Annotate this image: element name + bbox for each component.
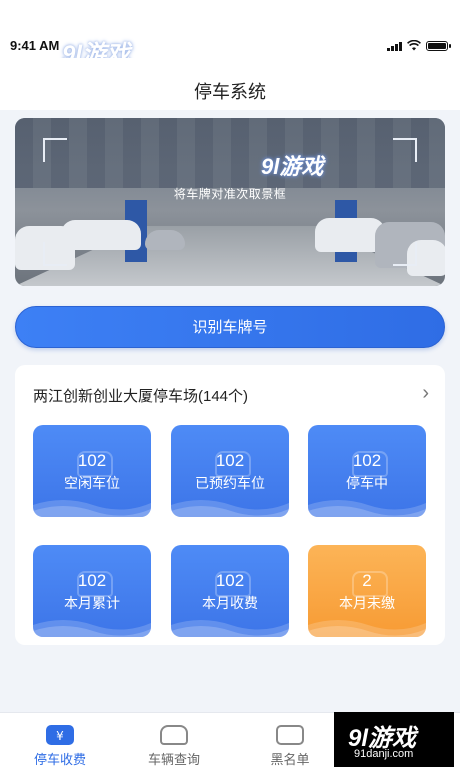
battery-icon bbox=[426, 41, 451, 51]
camera-watermark: 9l游戏 bbox=[261, 154, 324, 179]
tile-wave bbox=[171, 620, 289, 637]
camera-car bbox=[145, 230, 185, 250]
stat-value: 102 bbox=[215, 571, 245, 590]
tile-wave bbox=[33, 620, 151, 637]
stat-tile-parking[interactable]: 102 停车中 bbox=[308, 425, 426, 517]
stat-tile-reserved[interactable]: 102 已预约车位 bbox=[171, 425, 289, 517]
stat-value: 2 bbox=[362, 571, 372, 590]
status-bar: 9:41 AM 9l游戏 91danji.com bbox=[0, 0, 460, 74]
stat-tile-month-fee[interactable]: 102 本月收费 bbox=[171, 545, 289, 637]
stat-tile-month-total[interactable]: 102 本月累计 bbox=[33, 545, 151, 637]
camera-viewfinder[interactable]: 9l游戏 将车牌对准次取景框 bbox=[15, 118, 445, 286]
camera-ceiling bbox=[15, 118, 445, 188]
frame-corner bbox=[393, 138, 417, 162]
parking-lot-name[interactable]: 两江创新创业大厦停车场(144个) bbox=[33, 385, 248, 406]
stat-label: 已预约车位 bbox=[195, 475, 265, 491]
camera-car bbox=[61, 220, 141, 250]
stat-value: 102 bbox=[215, 451, 245, 470]
app-screen: 9:41 AM 9l游戏 91danji.com 停车系统 bbox=[0, 0, 460, 767]
wifi-icon bbox=[407, 40, 421, 51]
stat-value: 102 bbox=[77, 451, 107, 470]
nav-item-parking-fee[interactable]: ¥ 停车收费 bbox=[10, 713, 110, 767]
stat-tile-month-unpaid[interactable]: 2 本月未缴 bbox=[308, 545, 426, 637]
nav-label: 黑名单 bbox=[270, 752, 310, 767]
parking-lot-card: 两江创新创业大厦停车场(144个) › 102 空闲车位 102 已预约车位 1… bbox=[15, 365, 445, 645]
stat-label: 本月收费 bbox=[202, 595, 258, 611]
stat-tile-free[interactable]: 102 空闲车位 bbox=[33, 425, 151, 517]
stat-label: 本月累计 bbox=[64, 595, 120, 611]
stat-label: 空闲车位 bbox=[64, 475, 120, 491]
stat-label: 停车中 bbox=[346, 475, 388, 491]
app-header: 停车系统 bbox=[0, 58, 460, 110]
watermark-badge: 9l游戏 91danji.com bbox=[334, 712, 454, 767]
page-title: 停车系统 bbox=[194, 82, 266, 102]
signal-icon bbox=[387, 41, 402, 51]
watermark-badge-url: 91danji.com bbox=[354, 748, 414, 760]
camera-hint: 将车牌对准次取景框 bbox=[173, 187, 287, 201]
frame-corner bbox=[393, 242, 417, 266]
car-search-icon bbox=[160, 725, 188, 745]
parking-fee-icon: ¥ bbox=[46, 725, 74, 745]
chevron-right-icon[interactable]: › bbox=[422, 382, 429, 405]
svg-text:¥: ¥ bbox=[56, 729, 64, 743]
nav-label: 车辆查询 bbox=[147, 752, 200, 767]
blacklist-icon bbox=[276, 725, 304, 745]
stat-value: 102 bbox=[77, 571, 107, 590]
frame-corner bbox=[43, 138, 67, 162]
stat-label: 本月未缴 bbox=[339, 595, 395, 611]
nav-item-blacklist[interactable]: 黑名单 bbox=[240, 713, 340, 767]
stat-value: 102 bbox=[352, 451, 382, 470]
frame-corner bbox=[43, 242, 67, 266]
tile-wave bbox=[308, 620, 426, 637]
nav-label: 停车收费 bbox=[33, 752, 86, 767]
tile-wave bbox=[308, 500, 426, 517]
status-time: 9:41 AM bbox=[10, 38, 60, 53]
status-icons bbox=[387, 40, 451, 51]
tile-wave bbox=[171, 500, 289, 517]
recognize-plate-button[interactable]: 识别车牌号 bbox=[15, 306, 445, 348]
tile-wave bbox=[33, 500, 151, 517]
nav-item-car-search[interactable]: 车辆查询 bbox=[124, 713, 224, 767]
